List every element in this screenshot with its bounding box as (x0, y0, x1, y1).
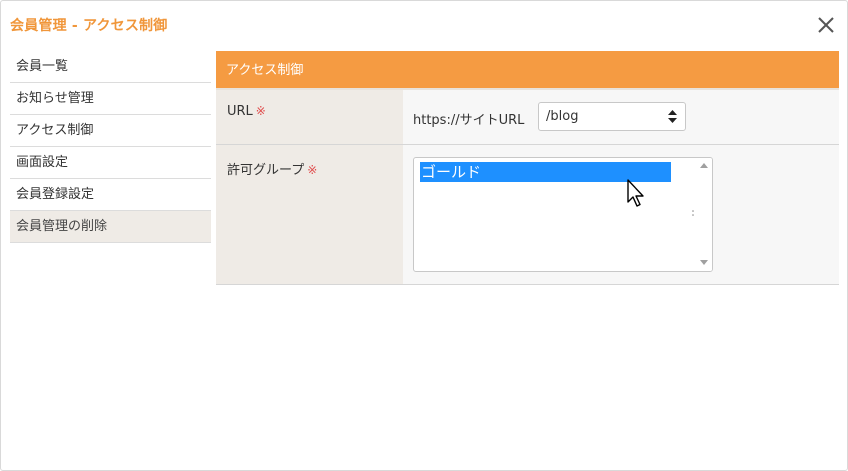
dialog-title: 会員管理 - アクセス制御 (10, 18, 168, 34)
close-icon (818, 17, 834, 33)
url-label-cell: URL ※ (216, 90, 403, 144)
allowed-group-listbox[interactable]: ゴールド (413, 157, 713, 272)
url-required-mark: ※ (255, 104, 266, 118)
scroll-down-arrow-icon[interactable] (700, 260, 708, 265)
url-path-select[interactable]: /blog (538, 102, 686, 131)
url-value-cell: https://サイトURL /blog (403, 90, 839, 144)
sidebar-item-screen-settings[interactable]: 画面設定 (10, 147, 211, 179)
close-button[interactable] (815, 14, 837, 36)
group-label-cell: 許可グループ ※ (216, 145, 403, 284)
section-header: アクセス制御 (216, 51, 839, 90)
access-control-dialog: 会員管理 - アクセス制御 会員一覧 お知らせ管理 アクセス制御 画面設定 会員… (0, 0, 848, 471)
main-panel: アクセス制御 URL ※ https://サイトURL /blog 許可グループ ※ (216, 51, 839, 285)
url-prefix: https://サイトURL (413, 113, 525, 128)
group-option-gold[interactable]: ゴールド (420, 162, 671, 182)
url-path-selected-value: /blog (546, 109, 579, 124)
url-row: URL ※ https://サイトURL /blog (216, 90, 839, 145)
group-value-cell: ゴールド (403, 145, 839, 284)
url-label: URL (227, 104, 253, 119)
listbox-scrollbar[interactable] (696, 158, 712, 271)
sidebar-item-access-control[interactable]: アクセス制御 (10, 115, 211, 147)
scroll-up-arrow-icon[interactable] (700, 163, 708, 168)
sidebar-item-delete-member-management[interactable]: 会員管理の削除 (10, 211, 211, 243)
group-label: 許可グループ (227, 163, 305, 178)
sidebar-menu: 会員一覧 お知らせ管理 アクセス制御 画面設定 会員登録設定 会員管理の削除 (10, 51, 211, 243)
dots-icon (692, 210, 694, 216)
group-required-mark: ※ (307, 163, 318, 177)
sidebar-item-notice-management[interactable]: お知らせ管理 (10, 83, 211, 115)
sidebar-item-member-list[interactable]: 会員一覧 (10, 51, 211, 83)
select-updown-icon (668, 110, 677, 123)
sidebar-item-registration-settings[interactable]: 会員登録設定 (10, 179, 211, 211)
group-row: 許可グループ ※ ゴールド (216, 145, 839, 285)
